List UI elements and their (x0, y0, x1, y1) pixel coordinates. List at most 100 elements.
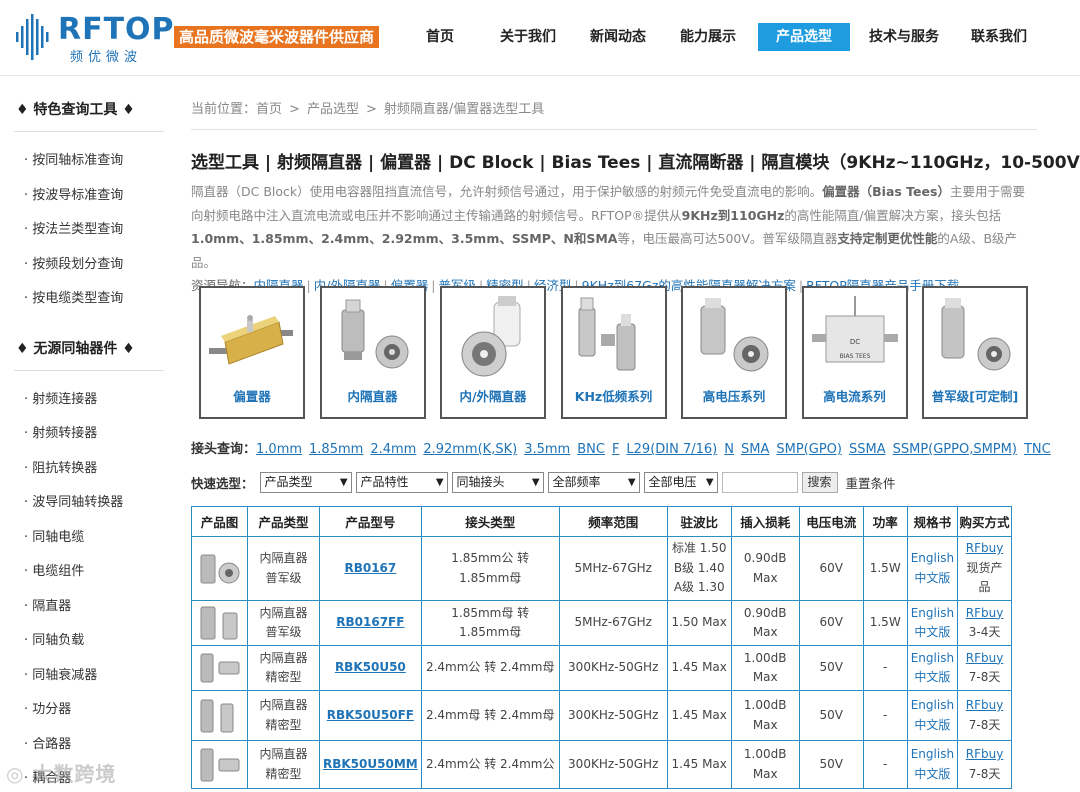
grade-text: 普军级 (265, 625, 302, 639)
datasheet-chinese-link[interactable]: 中文版 (914, 767, 950, 781)
sidebar-item-waveguide-standard[interactable]: · 按波导标准查询 (14, 179, 164, 214)
breadcrumb-product-selection[interactable]: 产品选型 (307, 102, 359, 117)
product-card-high-voltage[interactable]: 高电压系列 (681, 286, 787, 419)
connector-link[interactable]: N (724, 442, 734, 457)
rfbuy-link[interactable]: RFbuy (966, 541, 1004, 555)
product-card-high-current[interactable]: DC BIAS TEES 高电流系列 (801, 286, 908, 419)
nav-home[interactable]: 首页 (406, 23, 474, 51)
dc-block-thumb-icon[interactable] (197, 549, 243, 589)
product-card-inner-outer-dc-block[interactable]: 内/外隔直器 (440, 286, 546, 419)
model-link[interactable]: RBK50U50MM (323, 757, 418, 771)
sidebar-item-coax-standard[interactable]: · 按同轴标准查询 (14, 144, 164, 179)
connector-link[interactable]: 2.4mm (370, 442, 416, 457)
sidebar-item-impedance-converter[interactable]: · 阻抗转换器 (14, 452, 164, 487)
desc-bold: 1.0mm、1.85mm、2.4mm、2.92mm、3.5mm、SSMP、N和S… (191, 231, 618, 246)
datasheet-chinese-link[interactable]: 中文版 (914, 625, 950, 639)
connector-link[interactable]: SMP(GPO) (776, 442, 842, 457)
connector-link[interactable]: TNC (1024, 442, 1051, 457)
connector-link[interactable]: 2.92mm(K,SK) (423, 442, 517, 457)
voltage-select[interactable]: 全部电压 ▼ (643, 471, 718, 493)
dc-block-thumb-icon[interactable] (197, 745, 243, 785)
sidebar-item-attenuator[interactable]: · 同轴衰减器 (14, 659, 164, 694)
model-link[interactable]: RBK50U50 (335, 660, 406, 674)
sidebar-item-flange-type[interactable]: · 按法兰类型查询 (14, 213, 164, 248)
rfbuy-link[interactable]: RFbuy (966, 651, 1004, 665)
search-input[interactable] (721, 471, 798, 493)
connector-link[interactable]: 1.85mm (309, 442, 363, 457)
rftop-logo[interactable]: RFTOP 频优微波 高品质微波毫米波器件供应商 (14, 12, 380, 65)
model-link[interactable]: RBK50U50FF (327, 708, 414, 722)
datasheet-chinese-link[interactable]: 中文版 (914, 718, 950, 732)
product-card-khz-series[interactable]: KHz低频系列 (560, 286, 667, 419)
sidebar-item-waveguide-coax[interactable]: · 波导同轴转换器 (14, 486, 164, 521)
dc-block-thumb-icon[interactable] (197, 603, 243, 643)
vswr-cell: 1.50 Max (666, 600, 732, 646)
datasheet-english-link[interactable]: English (911, 551, 954, 565)
product-thumb-cell (191, 645, 248, 691)
datasheet-chinese-link[interactable]: 中文版 (914, 571, 950, 585)
datasheet-english-link[interactable]: English (911, 606, 954, 620)
sidebar-item-cable-assembly[interactable]: · 电缆组件 (14, 555, 164, 590)
sidebar-item-rf-connector[interactable]: · 射频连接器 (14, 383, 164, 418)
sidebar-item-coax-cable[interactable]: · 同轴电缆 (14, 521, 164, 556)
nav-contact[interactable]: 联系我们 (954, 23, 1044, 51)
vswr-cell: 1.45 Max (666, 645, 732, 691)
sidebar-item-power-divider[interactable]: · 功分器 (14, 693, 164, 728)
datasheet-english-link[interactable]: English (911, 747, 954, 761)
product-type-select[interactable]: 产品类型 ▼ (259, 471, 352, 493)
product-card-inner-dc-block[interactable]: 内隔直器 (319, 286, 426, 419)
product-card-military-grade[interactable]: 普军级[可定制] (922, 286, 1028, 419)
model-link[interactable]: RB0167FF (336, 615, 404, 629)
desc-bold: 偏置器（Bias Tees） (822, 184, 950, 199)
datasheet-english-link[interactable]: English (911, 651, 954, 665)
connector-link[interactable]: 1.0mm (256, 442, 302, 457)
rfbuy-link[interactable]: RFbuy (966, 606, 1004, 620)
model-link[interactable]: RB0167 (344, 561, 396, 575)
product-feature-select[interactable]: 产品特性 ▼ (355, 471, 448, 493)
sidebar-item-frequency-band[interactable]: · 按频段划分查询 (14, 248, 164, 283)
breadcrumb-sep: > (289, 102, 300, 117)
connector-link[interactable]: SMA (741, 442, 769, 457)
power-cell: - (862, 645, 908, 691)
datasheet-chinese-link[interactable]: 中文版 (914, 670, 950, 684)
col-header: 驻波比 (666, 506, 732, 537)
nav-tech-service[interactable]: 技术与服务 (856, 23, 952, 51)
rfbuy-link[interactable]: RFbuy (966, 698, 1004, 712)
datasheet-english-link[interactable]: English (911, 698, 954, 712)
connector-link[interactable]: BNC (577, 442, 605, 457)
coax-connector-select[interactable]: 同轴接头 ▼ (451, 471, 544, 493)
col-header: 产品图 (191, 506, 248, 537)
sidebar-item-rf-adapter[interactable]: · 射频转接器 (14, 417, 164, 452)
sidebar-item-dc-block[interactable]: · 隔直器 (14, 590, 164, 625)
nav-news[interactable]: 新闻动态 (574, 23, 662, 51)
nav-capability[interactable]: 能力展示 (664, 23, 752, 51)
purchase-cell: RFbuy 7-8天 (957, 740, 1013, 789)
sidebar-item-coax-load[interactable]: · 同轴负载 (14, 624, 164, 659)
dc-block-thumb-icon[interactable] (197, 648, 243, 688)
nav-about[interactable]: 关于我们 (484, 23, 572, 51)
vswr-text: 1.45 Max (671, 756, 727, 771)
connector-link[interactable]: SSMP(GPPO,SMPM) (893, 442, 1017, 457)
sidebar-passive-list: · 射频连接器 · 射频转接器 · 阻抗转换器 · 波导同轴转换器 · 同轴电缆… (14, 371, 164, 792)
connector-link[interactable]: SSMA (849, 442, 886, 457)
logo-wordmark: RFTOP (58, 12, 175, 47)
breadcrumb-home[interactable]: 首页 (256, 102, 282, 117)
connector-link[interactable]: F (612, 442, 619, 457)
search-button[interactable]: 搜索 (801, 471, 838, 493)
connector-link[interactable]: L29(DIN 7/16) (626, 442, 717, 457)
dc-block-thumb-icon[interactable] (197, 696, 243, 736)
product-card-bias-tee[interactable]: 偏置器 (199, 286, 305, 419)
connector-link[interactable]: 3.5mm (524, 442, 570, 457)
logo-slogan: 高品质微波毫米波器件供应商 (174, 26, 380, 48)
nav-product-selection[interactable]: 产品选型 (758, 23, 850, 51)
model-cell: RBK50U50FF (319, 690, 422, 741)
sidebar-item-combiner[interactable]: · 合路器 (14, 728, 164, 763)
reset-filters-link[interactable]: 重置条件 (846, 473, 896, 492)
desc-bold: 9KHz到110GHz (681, 207, 785, 223)
chevron-down-icon: ▼ (339, 476, 348, 488)
model-cell: RBK50U50MM (319, 740, 422, 789)
vswr-text: 1.45 Max (671, 660, 727, 675)
rfbuy-link[interactable]: RFbuy (966, 747, 1004, 761)
sidebar-item-cable-type[interactable]: · 按电缆类型查询 (14, 282, 164, 317)
frequency-select[interactable]: 全部频率 ▼ (547, 471, 640, 493)
